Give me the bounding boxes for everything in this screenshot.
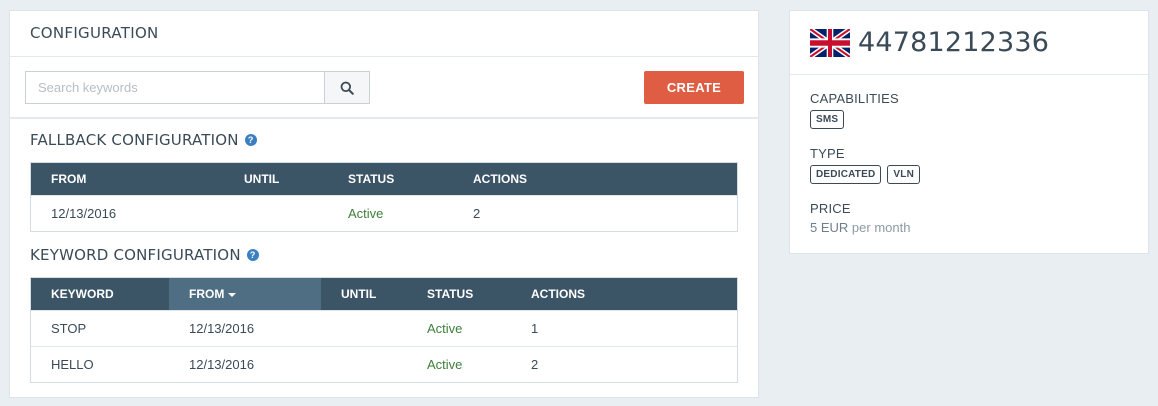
cell-from: 12/13/2016 [189, 357, 255, 372]
column-header-status[interactable]: STATUS [328, 163, 394, 195]
price-label: PRICE [810, 201, 851, 216]
cell-status: Active [427, 357, 463, 372]
keyword-table-header: KEYWORD FROM UNTIL STATUS ACTIONS [31, 278, 737, 310]
price-unit: per month [851, 220, 911, 235]
cell-until [321, 347, 341, 383]
capabilities-label: CAPABILITIES [810, 91, 899, 106]
uk-flag-icon [810, 28, 850, 57]
capabilities-block: CAPABILITIES SMS [810, 91, 899, 129]
help-icon[interactable]: ? [246, 249, 259, 261]
column-header-keyword[interactable]: KEYWORD [31, 278, 169, 310]
table-row[interactable]: HELLO 12/13/2016 Active 2 [31, 346, 737, 382]
cell-keyword: HELLO [51, 357, 94, 372]
phone-number: 44781212336 [858, 27, 1050, 58]
fallback-table: FROM UNTIL STATUS ACTIONS 12/13/2016 Act… [30, 162, 738, 232]
type-badge-dedicated: DEDICATED [810, 165, 882, 184]
table-row[interactable]: 12/13/2016 Active 2 [31, 195, 737, 231]
cell-until [224, 196, 244, 232]
cell-keyword: STOP [51, 321, 87, 336]
cell-from: 12/13/2016 [51, 206, 117, 221]
number-header: 44781212336 [790, 11, 1148, 75]
column-header-until[interactable]: UNTIL [321, 278, 376, 310]
price-value: 5 EUR per month [810, 220, 910, 235]
capability-badge-sms: SMS [810, 110, 845, 129]
column-header-from-sorted[interactable]: FROM [169, 278, 321, 310]
keyword-configuration-title: KEYWORD CONFIGURATION [30, 246, 241, 264]
panel-title: CONFIGURATION [10, 11, 758, 57]
price-block: PRICE 5 EUR per month [810, 201, 910, 235]
create-button[interactable]: CREATE [644, 71, 744, 104]
cell-actions: 2 [531, 357, 539, 372]
type-block: TYPE DEDICATED VLN [810, 146, 921, 184]
cell-actions: 1 [531, 321, 539, 336]
number-details-panel: 44781212336 CAPABILITIES SMS TYPE DEDICA… [789, 10, 1149, 254]
cell-status: Active [427, 321, 463, 336]
column-header-status[interactable]: STATUS [407, 278, 473, 310]
cell-from: 12/13/2016 [189, 321, 255, 336]
keyword-configuration-heading: KEYWORD CONFIGURATION ? [30, 246, 259, 264]
type-label: TYPE [810, 146, 845, 161]
help-icon[interactable]: ? [244, 134, 257, 146]
column-header-actions[interactable]: ACTIONS [511, 278, 585, 310]
cell-actions: 2 [473, 206, 481, 221]
configuration-panel: CONFIGURATION CREATE FALLBACK CONFIGURAT… [9, 10, 759, 398]
column-header-actions[interactable]: ACTIONS [453, 163, 527, 195]
fallback-table-header: FROM UNTIL STATUS ACTIONS [31, 163, 737, 195]
sort-desc-caret-icon [228, 292, 237, 297]
fallback-configuration-heading: FALLBACK CONFIGURATION ? [30, 131, 257, 149]
search-keywords-input[interactable] [25, 71, 325, 104]
type-badge-vln: VLN [887, 165, 921, 184]
column-header-from[interactable]: FROM [31, 163, 86, 195]
cell-status: Active [348, 206, 384, 221]
keyword-table: KEYWORD FROM UNTIL STATUS ACTIONS STOP 1… [30, 277, 738, 383]
price-amount: 5 EUR [810, 220, 849, 235]
fallback-configuration-title: FALLBACK CONFIGURATION [30, 131, 239, 149]
search-button[interactable] [324, 71, 370, 104]
configuration-toolbar: CREATE [10, 57, 758, 119]
table-row[interactable]: STOP 12/13/2016 Active 1 [31, 310, 737, 346]
column-header-from-label: FROM [189, 287, 225, 301]
column-header-until[interactable]: UNTIL [224, 163, 279, 195]
cell-until [321, 311, 341, 347]
search-icon [340, 81, 354, 95]
